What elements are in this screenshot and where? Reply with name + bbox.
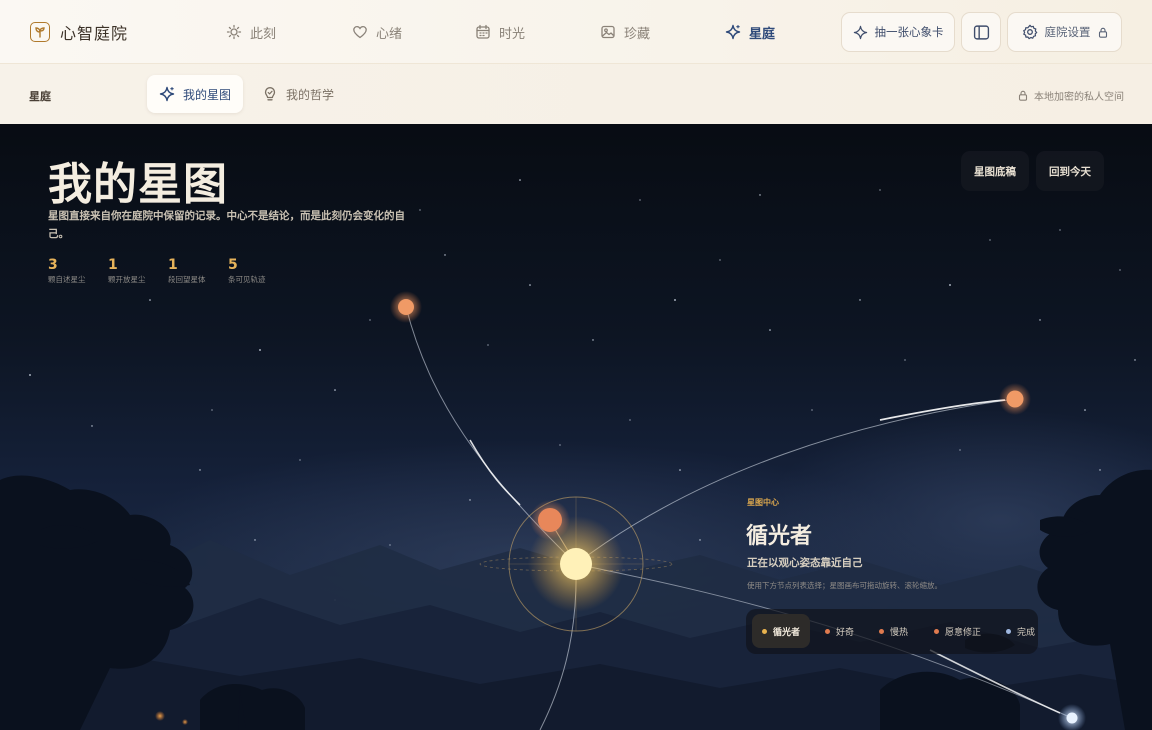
stat-label: 段回望星体: [168, 275, 206, 284]
calendar-icon: [476, 24, 490, 39]
brand-name: 心智庭院: [60, 24, 129, 43]
top-bar: 心智庭院 此刻 心绪 时光 珍藏 星庭 抽一张心象卡 庭院设置: [0, 0, 1152, 64]
stat-self-stardust: 3 颗自述星尘: [48, 257, 86, 285]
nav-item-starcourt[interactable]: 星庭: [725, 18, 775, 46]
stat-value: 5: [228, 257, 238, 273]
privacy-label: 本地加密的私人空间: [1034, 92, 1124, 103]
sparkle-icon: [159, 86, 175, 102]
sun-icon: [226, 24, 242, 40]
center-title: 循光者: [746, 523, 813, 549]
chip-dot: [762, 628, 767, 634]
chip-dot: [879, 628, 884, 634]
node-chip[interactable]: 循光者: [752, 614, 811, 648]
stat-label: 颗开放星尘: [108, 275, 146, 284]
chip-label: 慢热: [890, 627, 909, 638]
privacy-note: 本地加密的私人空间: [1018, 88, 1124, 103]
center-eyebrow: 星图中心: [747, 498, 779, 507]
sparkle-icon: [725, 24, 741, 40]
sparkle-icon: [853, 25, 867, 39]
chip-dot: [934, 628, 939, 634]
stat-value: 1: [108, 257, 118, 273]
chip-dot: [825, 628, 830, 634]
draft-button[interactable]: 星图底稿: [961, 151, 1029, 191]
stat-label: 颗自述星尘: [48, 275, 86, 284]
center-star[interactable]: [560, 548, 592, 580]
chip-label: 循光者: [773, 627, 801, 638]
gear-icon: [1022, 24, 1037, 40]
nav-item-mood[interactable]: 心绪: [352, 18, 402, 46]
stardust-node[interactable]: [398, 299, 414, 315]
chip-label: 完成: [1017, 627, 1036, 638]
nav-item-timeline[interactable]: 时光: [475, 18, 525, 46]
tab-label: 我的星图: [183, 87, 232, 102]
center-subtitle: 正在以观心姿态靠近自己: [747, 557, 863, 569]
heart-icon: [353, 25, 367, 39]
tab-my-starmap[interactable]: 我的星图: [147, 75, 243, 113]
chip-label: 愿意修正: [945, 627, 982, 638]
planet-node[interactable]: [538, 508, 562, 532]
chip-label: 好奇: [836, 627, 855, 638]
stardust-node[interactable]: [1066, 712, 1078, 724]
node-chip[interactable]: 完成: [996, 614, 1038, 648]
nav-label: 珍藏: [624, 26, 651, 42]
section-title: 星庭: [29, 90, 51, 103]
stat-retrospect-body: 1 段回望星体: [168, 257, 206, 285]
center-hint: 使用下方节点列表选择；星图画布可拖动旋转、滚轮缩放。: [747, 581, 942, 590]
node-chip[interactable]: 好奇: [815, 614, 864, 648]
node-chip[interactable]: 慢热: [869, 614, 918, 648]
draw-card-button[interactable]: 抽一张心象卡: [841, 12, 955, 52]
image-icon: [601, 25, 615, 39]
lightbulb-icon: [264, 87, 276, 101]
nav-item-collection[interactable]: 珍藏: [600, 18, 650, 46]
stardust-node[interactable]: [1006, 390, 1024, 408]
node-chip[interactable]: 愿意修正: [924, 614, 991, 648]
nav-label: 时光: [499, 26, 526, 42]
nav-label: 此刻: [250, 26, 277, 42]
nav-label: 心绪: [376, 26, 403, 42]
lock-icon: [1018, 90, 1028, 101]
nav-item-now[interactable]: 此刻: [226, 18, 276, 46]
stat-open-stardust: 1 颗开放星尘: [108, 257, 146, 285]
stat-value: 1: [168, 257, 178, 273]
settings-label: 庭院设置: [1044, 25, 1091, 39]
chip-dot: [1006, 628, 1011, 634]
page-title: 我的星图: [48, 159, 228, 210]
tab-label: 我的哲学: [286, 87, 335, 102]
stat-value: 3: [48, 257, 58, 273]
nav-label: 星庭: [749, 26, 776, 42]
sidebar-toggle-button[interactable]: [961, 12, 1001, 52]
draw-card-label: 抽一张心象卡: [874, 25, 944, 39]
sprout-logo-icon: [30, 22, 50, 42]
settings-button[interactable]: 庭院设置: [1007, 12, 1122, 52]
tab-my-philosophy[interactable]: 我的哲学: [250, 75, 350, 113]
stat-label: 条可见轨迹: [228, 275, 266, 284]
page-description: 星图直接来自你在庭院中保留的记录。中心不是结论，而是此刻仍会变化的自己。: [48, 210, 405, 240]
back-to-today-button[interactable]: 回到今天: [1036, 151, 1104, 191]
brand[interactable]: 心智庭院: [30, 21, 128, 43]
lock-icon: [1098, 27, 1107, 38]
sidebar-toggle-icon: [973, 24, 989, 40]
stat-visible-trajectories: 5 条可见轨迹: [228, 257, 266, 285]
node-chip-list: 循光者 好奇 慢热 愿意修正 完成: [746, 609, 1038, 654]
